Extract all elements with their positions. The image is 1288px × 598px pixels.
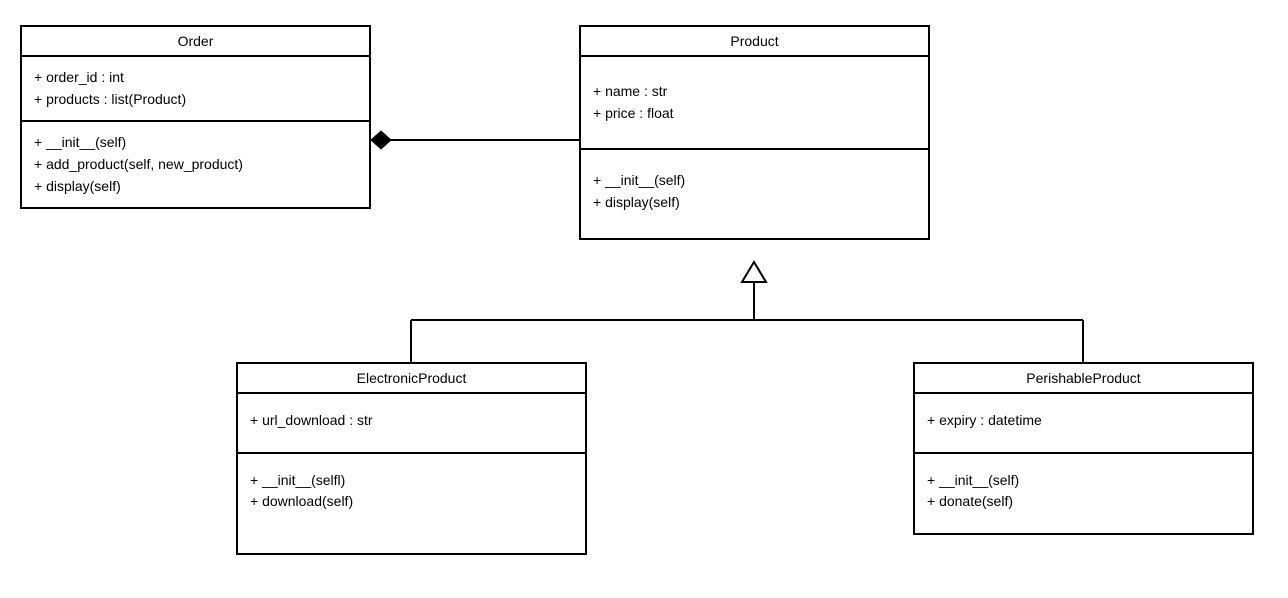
- method: + download(self): [250, 491, 573, 513]
- class-order-attributes: + order_id : int + products : list(Produ…: [22, 57, 369, 122]
- class-perishable-product-methods: + __init__(self) + donate(self): [915, 454, 1252, 533]
- class-perishable-product-attributes: + expiry : datetime: [915, 394, 1252, 454]
- method: + __init__(self): [34, 132, 357, 154]
- attr: + price : float: [593, 103, 916, 125]
- attr: + url_download : str: [250, 410, 573, 432]
- class-electronic-product: ElectronicProduct + url_download : str +…: [236, 362, 587, 555]
- inheritance-arrowhead: [742, 262, 766, 282]
- class-perishable-product: PerishableProduct + expiry : datetime + …: [913, 362, 1254, 535]
- attr: + name : str: [593, 81, 916, 103]
- attr: + expiry : datetime: [927, 410, 1240, 432]
- attr: + order_id : int: [34, 67, 357, 89]
- method: + __init__(self): [927, 470, 1240, 492]
- class-order-name: Order: [22, 27, 369, 57]
- class-perishable-product-name: PerishableProduct: [915, 364, 1252, 394]
- class-product-methods: + __init__(self) + display(self): [581, 150, 928, 237]
- class-order-methods: + __init__(self) + add_product(self, new…: [22, 122, 369, 207]
- class-product-attributes: + name : str + price : float: [581, 57, 928, 150]
- class-electronic-product-methods: + __init__(selfl) + download(self): [238, 454, 585, 553]
- class-electronic-product-name: ElectronicProduct: [238, 364, 585, 394]
- method: + donate(self): [927, 491, 1240, 513]
- method: + __init__(selfl): [250, 470, 573, 492]
- class-product-name: Product: [581, 27, 928, 57]
- method: + __init__(self): [593, 170, 916, 192]
- class-electronic-product-attributes: + url_download : str: [238, 394, 585, 454]
- method: + display(self): [34, 176, 357, 198]
- class-order: Order + order_id : int + products : list…: [20, 25, 371, 209]
- method: + display(self): [593, 192, 916, 214]
- composition-diamond: [371, 131, 391, 149]
- attr: + products : list(Product): [34, 89, 357, 111]
- method: + add_product(self, new_product): [34, 154, 357, 176]
- class-product: Product + name : str + price : float + _…: [579, 25, 930, 240]
